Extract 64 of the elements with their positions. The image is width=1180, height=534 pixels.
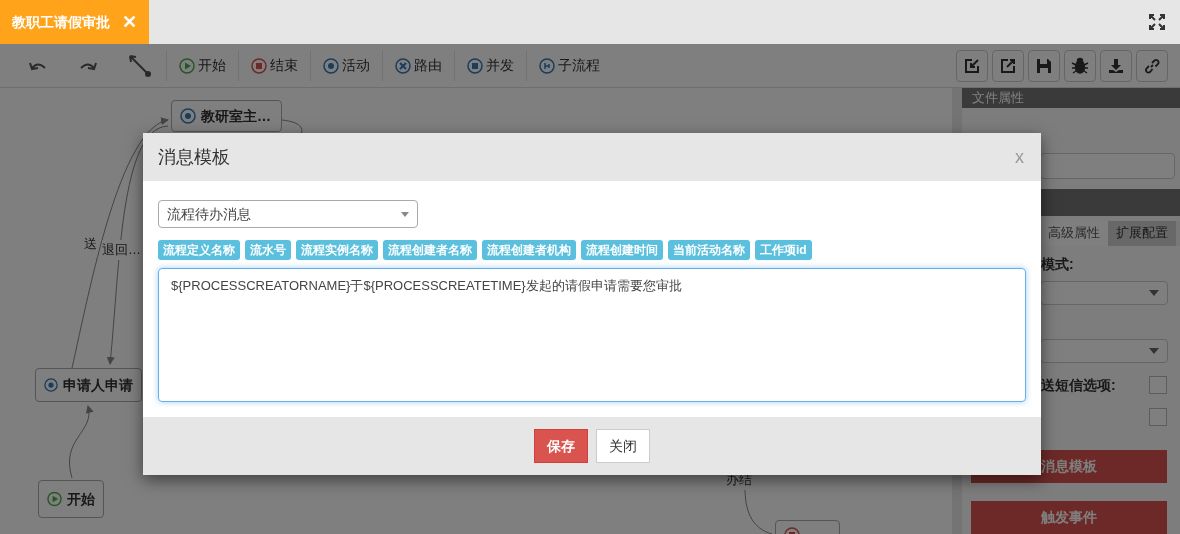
tool-button[interactable]: 子流程: [527, 55, 612, 76]
tool-button[interactable]: 路由: [383, 55, 454, 76]
dot-circle-icon: [44, 377, 58, 393]
select-field[interactable]: [1040, 280, 1168, 305]
save-button[interactable]: 保存: [534, 429, 588, 463]
variable-tag[interactable]: 流程创建时间: [581, 240, 663, 260]
dot-circle-icon: [323, 57, 339, 74]
download-icon: [1108, 57, 1124, 74]
fullscreen-icon[interactable]: [1149, 14, 1165, 30]
caret-icon: [401, 211, 409, 217]
panel-tab[interactable]: 高级属性: [1040, 220, 1108, 246]
edge-label: 退回…: [102, 240, 141, 260]
branch-circle-icon: [539, 57, 555, 74]
download-button[interactable]: [1100, 49, 1132, 82]
template-select[interactable]: 流程待办消息: [158, 200, 418, 228]
save-button[interactable]: [1028, 49, 1060, 82]
variable-tag[interactable]: 流程定义名称: [158, 240, 240, 260]
flow-node: 开始: [38, 480, 104, 518]
dialog-title: 消息模板: [158, 145, 230, 169]
tool-button[interactable]: 开始: [167, 55, 238, 76]
tool-button[interactable]: 并发: [455, 55, 526, 76]
checkbox[interactable]: [1149, 408, 1167, 426]
stop-circle-icon: [251, 57, 267, 74]
select-field[interactable]: [1040, 338, 1168, 363]
export-button[interactable]: [992, 49, 1024, 82]
variable-tag[interactable]: 流水号: [245, 240, 291, 260]
variable-tag[interactable]: 工作项id: [755, 240, 812, 260]
panel-header: 文件属性: [962, 88, 1180, 108]
close-button[interactable]: 关闭: [596, 429, 650, 463]
floppy-icon: [1036, 57, 1052, 74]
close-button[interactable]: ✕: [122, 8, 137, 36]
dot-circle-icon: [180, 108, 196, 124]
import-button[interactable]: [956, 49, 988, 82]
square-circle-icon: [467, 57, 483, 74]
tool-button[interactable]: 活动: [311, 55, 382, 76]
panel-button[interactable]: 触发事件: [971, 501, 1167, 534]
import-icon: [964, 57, 980, 74]
link-icon: [1144, 57, 1160, 74]
cross-circle-icon: [395, 57, 411, 74]
close-button[interactable]: x: [1015, 143, 1024, 171]
connector-line: [744, 487, 773, 534]
flow-node: 教研室主…: [171, 100, 282, 132]
message-textarea[interactable]: ${PROCESSCREATORNAME}于${PROCESSCREATETIME}发起的请假申请需要您审批: [158, 268, 1026, 402]
text-field[interactable]: [1040, 152, 1175, 179]
checkbox[interactable]: [1149, 376, 1167, 395]
field-label: 模式:: [1041, 254, 1075, 274]
checkbox-label: 送短信选项:: [1041, 376, 1116, 395]
debug-button[interactable]: [1064, 49, 1096, 82]
play-circle-icon: [47, 491, 62, 507]
variable-tag[interactable]: 流程创建者名称: [383, 240, 477, 260]
connector-icon[interactable]: [128, 53, 152, 78]
panel-tab[interactable]: 扩展配置: [1108, 220, 1176, 246]
caret-icon: [1149, 289, 1159, 296]
tab[interactable]: 教职工请假审批 ✕: [0, 0, 149, 44]
flow-node: 申请人申请: [35, 368, 142, 402]
variable-tag[interactable]: 流程实例名称: [296, 240, 378, 260]
link-button[interactable]: [1136, 49, 1168, 82]
tool-button[interactable]: 结束: [239, 55, 310, 76]
variable-tag[interactable]: 流程创建者机构: [482, 240, 576, 260]
caret-icon: [1149, 347, 1159, 354]
export-icon: [1000, 57, 1016, 74]
bug-icon: [1071, 56, 1089, 75]
play-circle-icon: [179, 57, 195, 74]
variable-tag[interactable]: 当前活动名称: [668, 240, 750, 260]
